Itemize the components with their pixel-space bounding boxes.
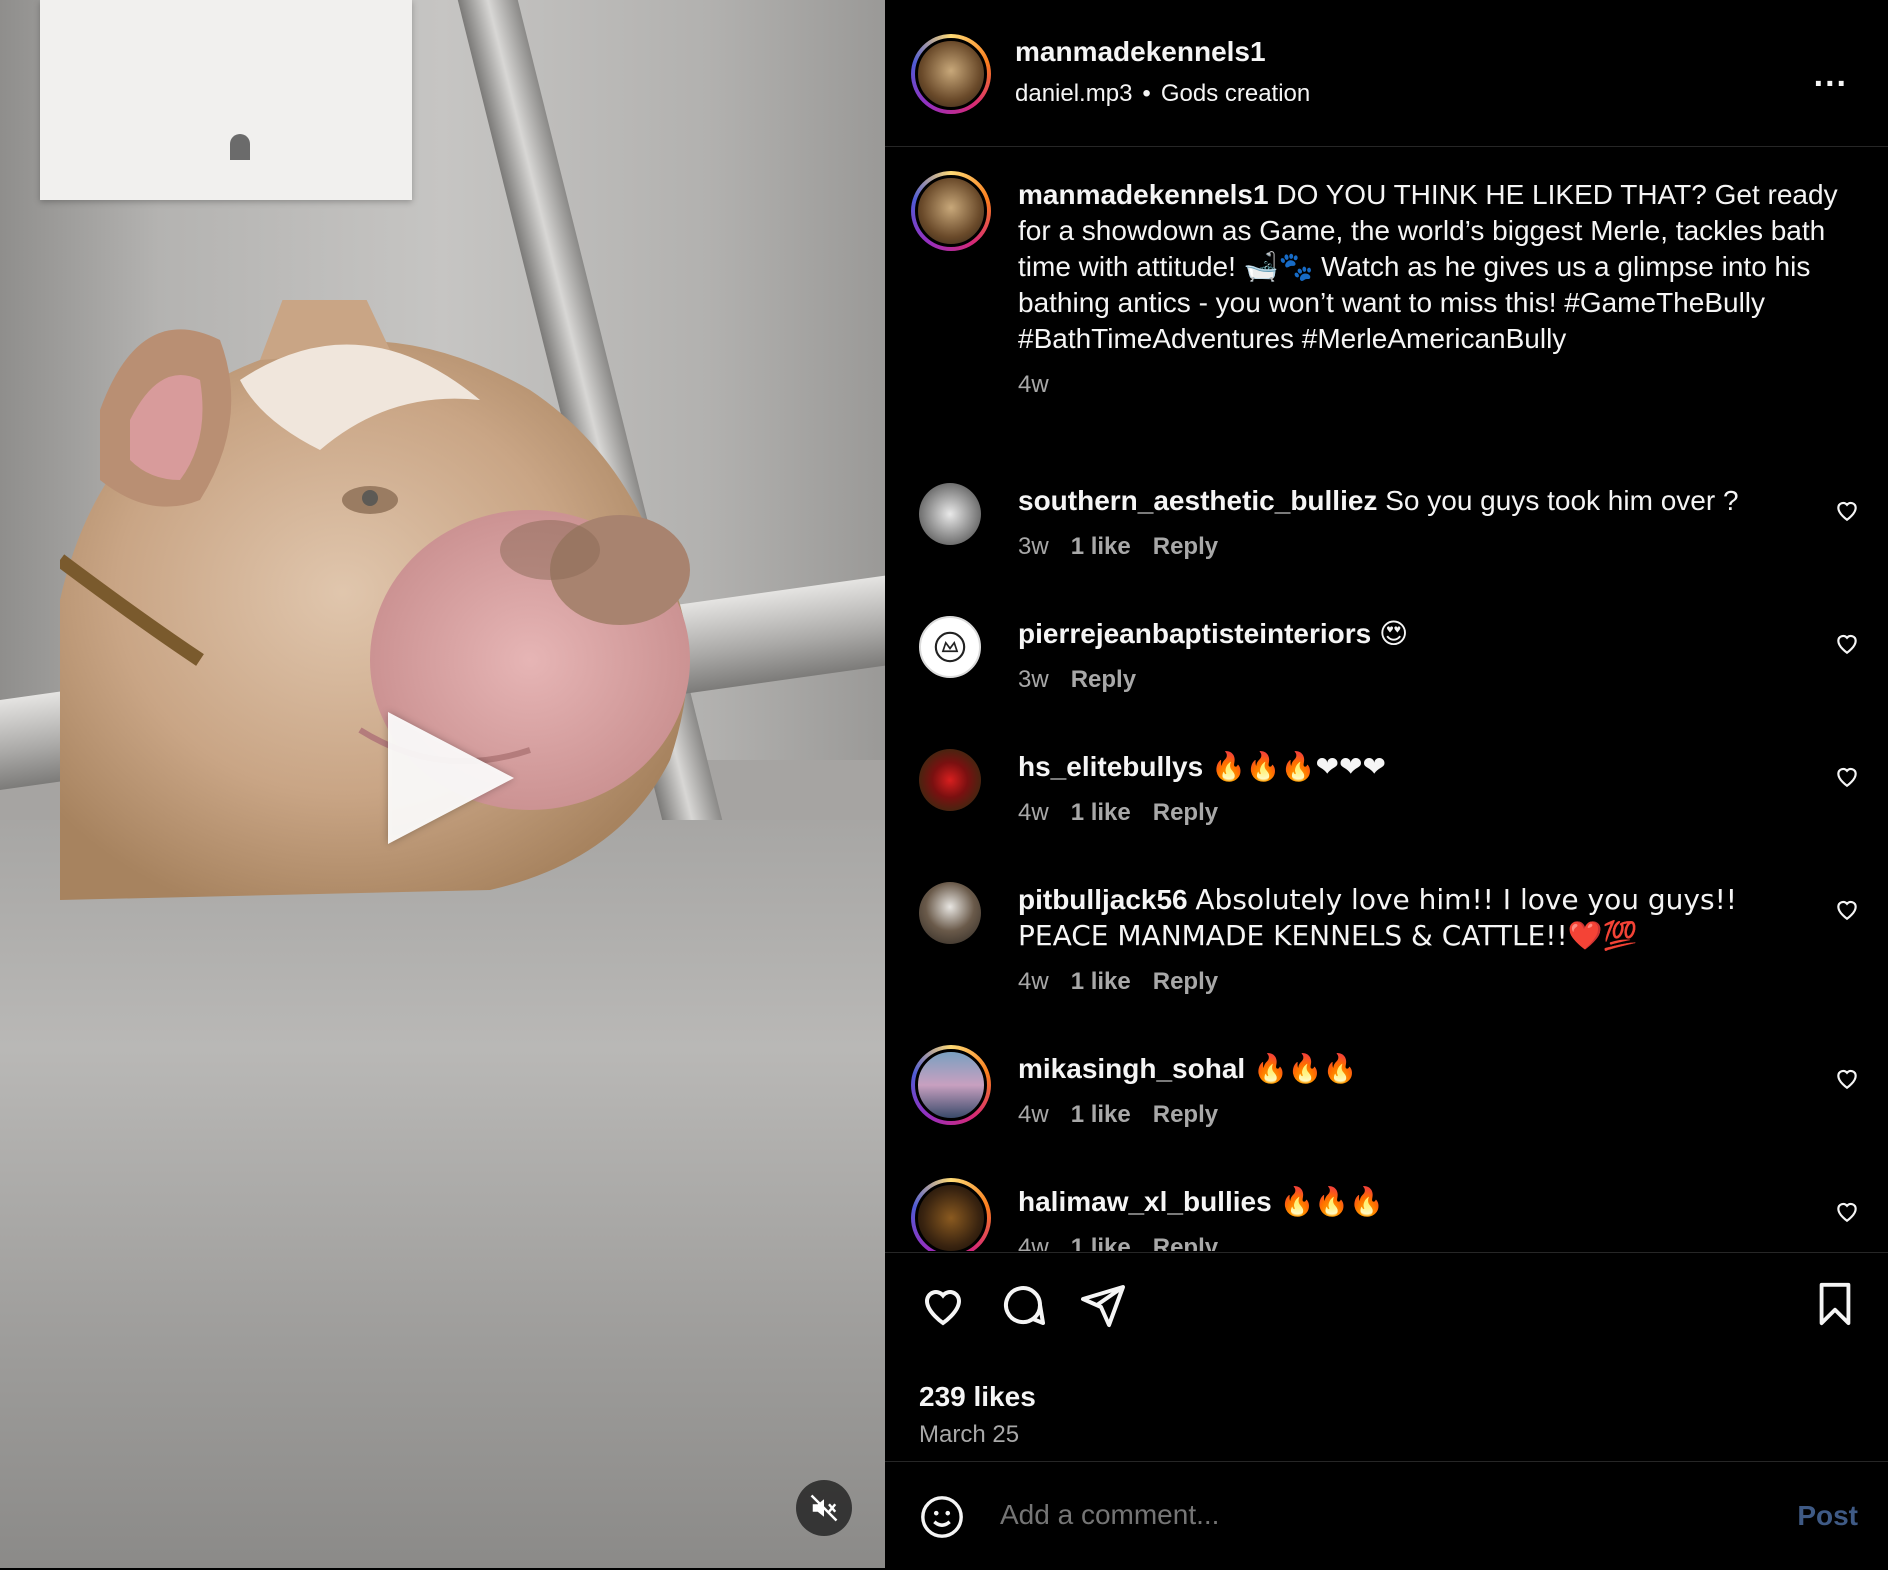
comment-bubble-icon[interactable] bbox=[999, 1281, 1047, 1329]
caption-age: 4w bbox=[1018, 371, 1049, 398]
comment-likes[interactable]: 1 like bbox=[1071, 533, 1131, 560]
audio-title[interactable]: Gods creation bbox=[1161, 80, 1310, 107]
caption-avatar[interactable] bbox=[911, 171, 991, 251]
author-username[interactable]: manmadekennels1 bbox=[1015, 36, 1266, 68]
comment-age: 3w bbox=[1018, 533, 1049, 560]
sink-body bbox=[0, 820, 885, 1568]
comment-text: 😍 bbox=[1379, 617, 1409, 650]
comment-text: 🔥🔥🔥❤❤❤ bbox=[1210, 750, 1386, 783]
commenter-avatar[interactable] bbox=[911, 1178, 991, 1251]
commenter-avatar[interactable] bbox=[911, 1045, 991, 1125]
bookmark-icon[interactable] bbox=[1812, 1281, 1858, 1327]
commenter-username[interactable]: pierrejeanbaptisteinteriors bbox=[1018, 618, 1371, 649]
heart-icon[interactable] bbox=[1834, 1065, 1860, 1091]
video-player[interactable] bbox=[0, 0, 885, 1568]
commenter-username[interactable]: halimaw_xl_bullies bbox=[1018, 1186, 1272, 1217]
commenter-avatar[interactable] bbox=[919, 616, 981, 678]
commenter-username[interactable]: mikasingh_sohal bbox=[1018, 1053, 1245, 1084]
comment-likes[interactable]: 1 like bbox=[1071, 968, 1131, 995]
commenter-username[interactable]: pitbulljack56 bbox=[1018, 884, 1188, 915]
audio-name[interactable]: daniel.mp3 bbox=[1015, 80, 1132, 107]
reply-button[interactable]: Reply bbox=[1153, 799, 1218, 826]
reply-button[interactable]: Reply bbox=[1153, 1234, 1218, 1251]
comment-text: So you guys took him over ? bbox=[1385, 485, 1739, 516]
audio-separator: • bbox=[1142, 80, 1151, 107]
mute-button[interactable] bbox=[796, 1480, 852, 1536]
reply-button[interactable]: Reply bbox=[1153, 968, 1218, 995]
like-count[interactable]: 239 likes bbox=[919, 1381, 1036, 1413]
comment-text: 🔥🔥🔥 bbox=[1252, 1052, 1358, 1085]
smiley-icon[interactable] bbox=[919, 1494, 965, 1540]
comment-age: 4w bbox=[1018, 1234, 1049, 1251]
heart-icon[interactable] bbox=[1834, 763, 1860, 789]
comment-age: 4w bbox=[1018, 968, 1049, 995]
caption-username[interactable]: manmadekennels1 bbox=[1018, 179, 1269, 210]
audio-info: daniel.mp3 • Gods creation bbox=[1015, 80, 1310, 108]
comment-input[interactable] bbox=[998, 1498, 1702, 1532]
commenter-username[interactable]: southern_aesthetic_bulliez bbox=[1018, 485, 1377, 516]
comment-age: 4w bbox=[1018, 1101, 1049, 1128]
comment-composer: Post bbox=[885, 1461, 1888, 1570]
heart-icon[interactable] bbox=[1834, 1198, 1860, 1224]
reply-button[interactable]: Reply bbox=[1153, 533, 1218, 560]
comments-scroll-area[interactable]: manmadekennels1 DO YOU THINK HE LIKED TH… bbox=[885, 147, 1888, 1251]
commenter-avatar[interactable] bbox=[919, 882, 981, 944]
commenter-avatar[interactable] bbox=[919, 483, 981, 545]
comment-age: 4w bbox=[1018, 799, 1049, 826]
commenter-username[interactable]: hs_elitebullys bbox=[1018, 751, 1203, 782]
wall-paper-sign bbox=[40, 0, 412, 200]
commenter-avatar[interactable] bbox=[919, 749, 981, 811]
muted-speaker-icon bbox=[810, 1494, 838, 1522]
author-avatar[interactable] bbox=[911, 34, 991, 114]
post-date: March 25 bbox=[919, 1421, 1020, 1448]
post-actions: 239 likes March 25 Post bbox=[885, 1252, 1888, 1569]
comment-likes[interactable]: 1 like bbox=[1071, 1101, 1131, 1128]
more-options-icon[interactable]: ... bbox=[1814, 56, 1848, 95]
post-comment-button[interactable]: Post bbox=[1797, 1500, 1858, 1532]
post-panel: manmadekennels1 daniel.mp3 • Gods creation… bbox=[885, 0, 1888, 1568]
comment-likes[interactable]: 1 like bbox=[1071, 799, 1131, 826]
reply-button[interactable]: Reply bbox=[1071, 666, 1136, 693]
play-icon[interactable] bbox=[388, 712, 514, 844]
heart-icon[interactable] bbox=[1834, 896, 1860, 922]
comment-text: 🔥🔥🔥 bbox=[1279, 1185, 1385, 1218]
heart-icon[interactable] bbox=[1834, 497, 1860, 523]
comment-likes[interactable]: 1 like bbox=[1071, 1234, 1131, 1251]
comment-age: 3w bbox=[1018, 666, 1049, 693]
post-header: manmadekennels1 daniel.mp3 • Gods creation… bbox=[885, 0, 1888, 147]
post-caption: manmadekennels1 DO YOU THINK HE LIKED TH… bbox=[1018, 177, 1838, 403]
heart-icon[interactable] bbox=[1834, 630, 1860, 656]
send-icon[interactable] bbox=[1079, 1281, 1127, 1329]
heart-icon[interactable] bbox=[919, 1281, 967, 1329]
reply-button[interactable]: Reply bbox=[1153, 1101, 1218, 1128]
